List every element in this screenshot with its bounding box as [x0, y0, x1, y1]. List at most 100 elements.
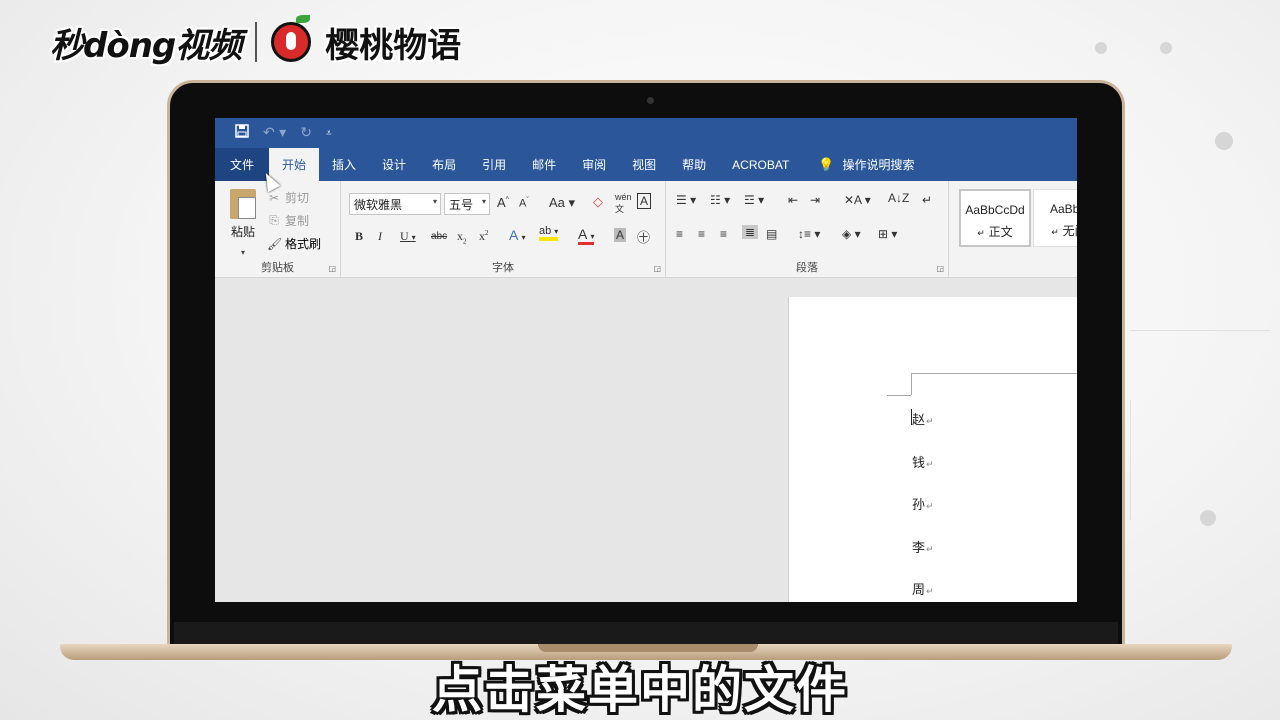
paragraph-mark-icon: ↵ [926, 460, 934, 470]
font-color-icon[interactable]: A ▾ [578, 226, 595, 245]
line-spacing-icon[interactable]: ↕≡ ▾ [798, 227, 820, 241]
grow-font-icon[interactable]: A^ [497, 195, 509, 210]
superscript-icon[interactable]: x2 [479, 229, 489, 244]
distributed-icon[interactable]: ▤ [766, 227, 777, 241]
italic-icon[interactable]: I [378, 229, 382, 244]
bg-dot [1200, 510, 1216, 526]
tab-label: 视图 [632, 158, 657, 172]
tab-insert[interactable]: 插入 [319, 148, 369, 181]
borders-icon[interactable]: ⊞ ▾ [878, 227, 897, 241]
tab-acrobat[interactable]: ACROBAT [719, 148, 802, 181]
tab-design[interactable]: 设计 [369, 148, 419, 181]
tell-me-search[interactable]: 💡 操作说明搜索 [802, 148, 927, 181]
tab-view[interactable]: 视图 [619, 148, 669, 181]
enclose-char-icon[interactable]: ㊉ [637, 227, 650, 246]
tab-mailings[interactable]: 邮件 [519, 148, 569, 181]
doc-paragraph[interactable]: 周↵ [912, 579, 934, 598]
undo-icon[interactable]: ↶ ▾ [263, 125, 286, 141]
tab-label: 文件 [230, 158, 255, 172]
tab-help[interactable]: 帮助 [669, 148, 719, 181]
sort-icon[interactable]: A↓Z [888, 191, 909, 205]
font-size-select[interactable]: 五号 ▾ [444, 193, 490, 215]
save-icon[interactable] [235, 124, 249, 142]
decrease-indent-icon[interactable]: ⇤ [788, 193, 798, 207]
laptop-chin [174, 622, 1118, 644]
doc-paragraph[interactable]: 钱↵ [912, 452, 934, 471]
document-area[interactable]: 赵↵ 钱↵ 孙↵ 李↵ 周↵ [215, 279, 1077, 602]
text-effects-icon[interactable]: A ▾ [509, 227, 525, 243]
doc-paragraph[interactable]: 孙↵ [912, 494, 934, 513]
paragraph-mark-icon: ↵ [926, 417, 934, 427]
doc-paragraph[interactable]: 赵↵ [912, 409, 934, 428]
tab-label: 操作说明搜索 [842, 158, 915, 172]
tab-home[interactable]: 开始 [269, 148, 320, 181]
show-marks-icon[interactable]: ↵ [922, 193, 932, 207]
cut-button[interactable]: ✂ 剪切 [267, 189, 309, 206]
increase-indent-icon[interactable]: ⇥ [810, 193, 820, 207]
shrink-font-icon[interactable]: Aˇ [519, 197, 529, 210]
format-painter-button[interactable]: 🖌 格式刷 [267, 235, 321, 252]
copy-button[interactable]: ⎘ 复制 [267, 212, 309, 229]
change-case-icon[interactable]: Aa ▾ [549, 195, 575, 211]
underline-icon[interactable]: U ▾ [400, 229, 416, 244]
char-border-icon[interactable]: A [637, 193, 652, 209]
dialog-launcher-icon[interactable]: ◲ [653, 264, 661, 273]
numbering-icon[interactable]: ☷ ▾ [710, 193, 730, 207]
doc-text: 孙 [912, 498, 926, 513]
tab-review[interactable]: 审阅 [569, 148, 619, 181]
clear-format-icon[interactable]: ◇ [593, 194, 603, 210]
subscript-icon[interactable]: x2 [457, 229, 467, 245]
style-name: ↵ 无间 [1051, 224, 1077, 238]
style-name: ↵ 正文 [977, 225, 1013, 239]
format-painter-label: 格式刷 [285, 237, 322, 251]
bg-dot [1215, 132, 1233, 150]
doc-text: 钱 [912, 456, 926, 471]
paragraph-mark-icon: ↵ [926, 502, 934, 512]
brand-logos: 秒dòng视频 樱桃物语 [50, 14, 461, 70]
highlight-icon[interactable]: ab ▾ [539, 225, 559, 241]
dialog-launcher-icon[interactable]: ◲ [328, 264, 336, 273]
document-page[interactable]: 赵↵ 钱↵ 孙↵ 李↵ 周↵ [788, 297, 1077, 602]
char-shading-icon[interactable]: A [614, 228, 627, 242]
cut-label: 剪切 [285, 191, 310, 205]
align-right-icon[interactable]: ≡ [720, 227, 727, 241]
copy-label: 复制 [285, 214, 310, 228]
customize-icon[interactable]: ⩡ [326, 128, 332, 139]
bullets-icon[interactable]: ☰ ▾ [676, 193, 696, 207]
tab-label: ACROBAT [732, 157, 790, 172]
group-paragraph: ☰ ▾ ☷ ▾ ☲ ▾ ⇤ ⇥ ✕A ▾ A↓Z ↵ ≡ ≡ ≡ ≣ ▤ ↕≡ … [666, 181, 949, 278]
strikethrough-icon[interactable]: abc [431, 231, 447, 242]
style-sample: AaBbCcDd [965, 203, 1025, 217]
clipboard-icon [230, 189, 256, 219]
shading-icon[interactable]: ◈ ▾ [842, 227, 861, 241]
video-subtitle: 点击菜单中的文件 [432, 661, 848, 719]
style-no-spacing[interactable]: AaBbC ↵ 无间 [1033, 189, 1077, 247]
paste-button[interactable]: 粘贴 ▾ [227, 189, 259, 259]
dialog-launcher-icon[interactable]: ◲ [936, 264, 944, 273]
style-normal[interactable]: AaBbCcDd ↵ 正文 [959, 189, 1031, 247]
align-left-icon[interactable]: ≡ [676, 227, 683, 241]
paintbrush-icon: 🖌 [267, 236, 283, 251]
asian-layout-icon[interactable]: ✕A ▾ [844, 193, 871, 207]
justify-icon[interactable]: ≣ [742, 225, 759, 239]
font-name-select[interactable]: 微软雅黑 ▾ [349, 193, 441, 215]
cherry-mic-icon [271, 15, 312, 62]
doc-paragraph[interactable]: 李↵ [912, 537, 934, 556]
phonetic-guide-icon[interactable]: wén 文 [615, 192, 632, 215]
bold-icon[interactable]: B [355, 229, 363, 244]
group-label: 段落 [796, 261, 818, 274]
multilevel-list-icon[interactable]: ☲ ▾ [744, 193, 764, 207]
margin-mark [911, 373, 912, 395]
tab-references[interactable]: 引用 [469, 148, 519, 181]
brand-cherry-logo: 樱桃物语 [325, 25, 462, 66]
copy-icon: ⎘ [269, 213, 279, 227]
tab-layout[interactable]: 布局 [419, 148, 469, 181]
chevron-down-icon: ▾ [240, 248, 245, 257]
quick-access-toolbar: ↶ ▾ ↻ ⩡ [215, 118, 1077, 148]
chevron-down-icon: ▾ [432, 197, 437, 206]
tab-label: 审阅 [582, 158, 607, 172]
redo-icon[interactable]: ↻ [300, 125, 312, 141]
align-center-icon[interactable]: ≡ [698, 227, 705, 241]
group-label: 剪贴板 [261, 261, 294, 274]
bg-line [1130, 330, 1270, 331]
